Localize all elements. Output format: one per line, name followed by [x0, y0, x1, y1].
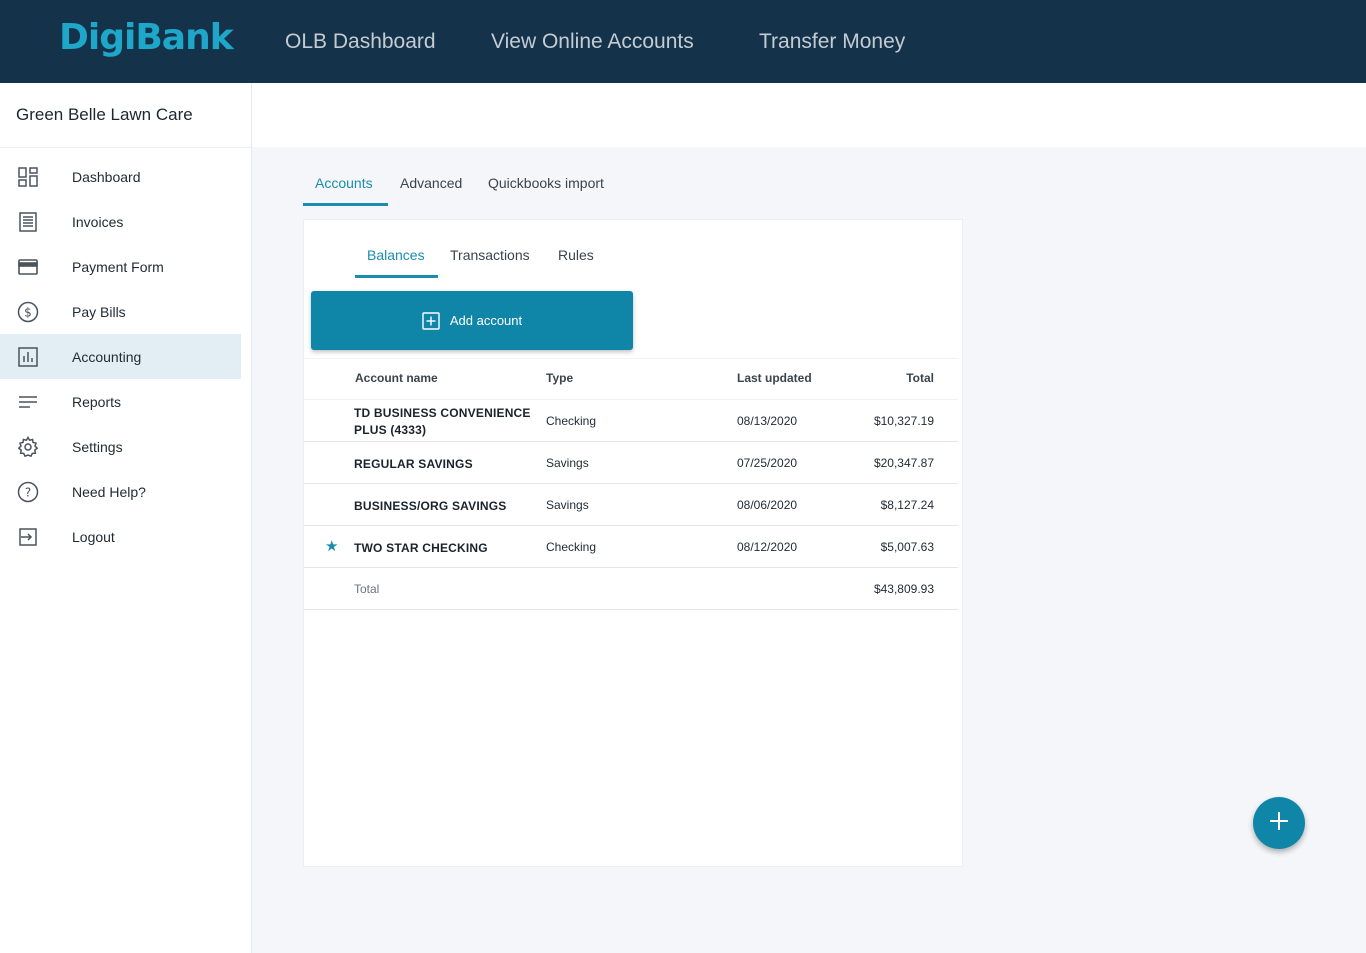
- row-divider: [304, 567, 958, 568]
- digibank-logo[interactable]: DigiBank: [59, 17, 234, 58]
- chart-icon: [17, 346, 39, 368]
- table-row-type: Checking: [546, 540, 597, 554]
- nav-olb-dashboard[interactable]: OLB Dashboard: [285, 0, 436, 83]
- star-icon[interactable]: ★: [325, 537, 338, 555]
- row-divider: [304, 441, 958, 442]
- sidebar-item-accounting[interactable]: Accounting: [0, 334, 241, 379]
- dollar-circle-icon: $: [17, 301, 39, 323]
- add-box-icon: [422, 311, 440, 330]
- sidebar-item-label: Dashboard: [72, 168, 141, 185]
- help-circle-icon: ?: [17, 481, 39, 503]
- sidebar-item-label: Accounting: [72, 348, 142, 365]
- sidebar-item-label: Payment Form: [72, 258, 164, 275]
- tab-balances-indicator: [355, 275, 438, 278]
- add-account-button[interactable]: Add account: [311, 291, 633, 350]
- sidebar-item-payment-form[interactable]: Payment Form: [0, 244, 241, 289]
- floating-add-button[interactable]: [1253, 797, 1305, 849]
- sidebar-item-need-help[interactable]: ? Need Help?: [0, 469, 241, 514]
- sidebar-item-logout[interactable]: Logout: [0, 514, 241, 559]
- table-row-total: $20,347.87: [873, 456, 934, 470]
- tab-advanced[interactable]: Advanced: [400, 175, 462, 191]
- column-header-type: Type: [546, 371, 574, 385]
- invoice-icon: [17, 211, 39, 233]
- column-header-last-updated: Last updated: [737, 371, 812, 385]
- nav-transfer-money[interactable]: Transfer Money: [759, 0, 905, 83]
- gear-icon: [17, 435, 39, 458]
- table-row-total: $5,007.63: [880, 540, 934, 554]
- tab-quickbooks-import[interactable]: Quickbooks import: [488, 175, 604, 191]
- sidebar-item-label: Invoices: [72, 213, 124, 230]
- sidebar-item-reports[interactable]: Reports: [0, 379, 241, 424]
- sidebar-item-dashboard[interactable]: Dashboard: [0, 154, 241, 199]
- sidebar-item-label: Reports: [72, 393, 122, 410]
- table-row-last-updated: 08/13/2020: [737, 414, 798, 428]
- account-name-line: PLUS (4333): [354, 423, 427, 437]
- table-header-divider: [304, 399, 958, 400]
- nav-view-online-accounts[interactable]: View Online Accounts: [491, 0, 694, 83]
- tab-accounts-indicator: [303, 203, 388, 206]
- credit-card-icon: [17, 256, 39, 278]
- sidebar-item-settings[interactable]: Settings: [0, 424, 241, 469]
- table-row-last-updated: 08/06/2020: [737, 498, 798, 512]
- table-row-total: $8,127.24: [880, 498, 934, 512]
- table-row-total: $10,327.19: [873, 414, 934, 428]
- table-row-account-name[interactable]: REGULAR SAVINGS: [354, 456, 473, 473]
- table-row-type: Savings: [546, 498, 589, 512]
- organization-name: Green Belle Lawn Care: [0, 83, 251, 148]
- tab-rules[interactable]: Rules: [558, 247, 594, 263]
- table-row-account-name[interactable]: BUSINESS/ORG SAVINGS: [354, 498, 506, 515]
- add-account-label: Add account: [449, 313, 523, 328]
- tab-balances[interactable]: Balances: [367, 247, 425, 263]
- table-top-divider: [304, 358, 958, 359]
- sidebar-item-label: Settings: [72, 438, 123, 455]
- dashboard-icon: [17, 166, 39, 188]
- table-row-last-updated: 07/25/2020: [737, 456, 798, 470]
- row-divider: [304, 609, 958, 610]
- table-row-account-name[interactable]: TWO STAR CHECKING: [354, 540, 488, 557]
- lines-icon: [17, 391, 39, 413]
- logout-icon: [17, 526, 39, 548]
- table-row-last-updated: 08/12/2020: [737, 540, 798, 554]
- top-navigation-bar: DigiBank OLB Dashboard View Online Accou…: [0, 0, 1366, 83]
- table-row-account-name[interactable]: TD BUSINESS CONVENIENCE PLUS (4333): [354, 405, 531, 439]
- row-divider: [304, 483, 958, 484]
- sidebar-item-label: Pay Bills: [72, 303, 126, 320]
- plus-icon: [1268, 810, 1290, 837]
- row-divider: [304, 525, 958, 526]
- tab-accounts[interactable]: Accounts: [315, 175, 373, 191]
- svg-text:$: $: [24, 305, 32, 319]
- column-header-account-name: Account name: [355, 371, 438, 385]
- sidebar-item-label: Logout: [72, 528, 115, 545]
- sidebar-item-pay-bills[interactable]: $ Pay Bills: [0, 289, 241, 334]
- page-header: [252, 83, 1366, 147]
- svg-text:?: ?: [25, 485, 31, 499]
- sidebar-item-invoices[interactable]: Invoices: [0, 199, 241, 244]
- table-row-type: Checking: [546, 414, 597, 428]
- tab-transactions[interactable]: Transactions: [450, 247, 530, 263]
- account-name-line: TD BUSINESS CONVENIENCE: [354, 406, 531, 420]
- total-label: Total: [354, 582, 380, 596]
- table-row-type: Savings: [546, 456, 589, 470]
- column-header-total: Total: [906, 371, 934, 385]
- sidebar-item-label: Need Help?: [72, 483, 146, 500]
- grand-total: $43,809.93: [873, 582, 934, 596]
